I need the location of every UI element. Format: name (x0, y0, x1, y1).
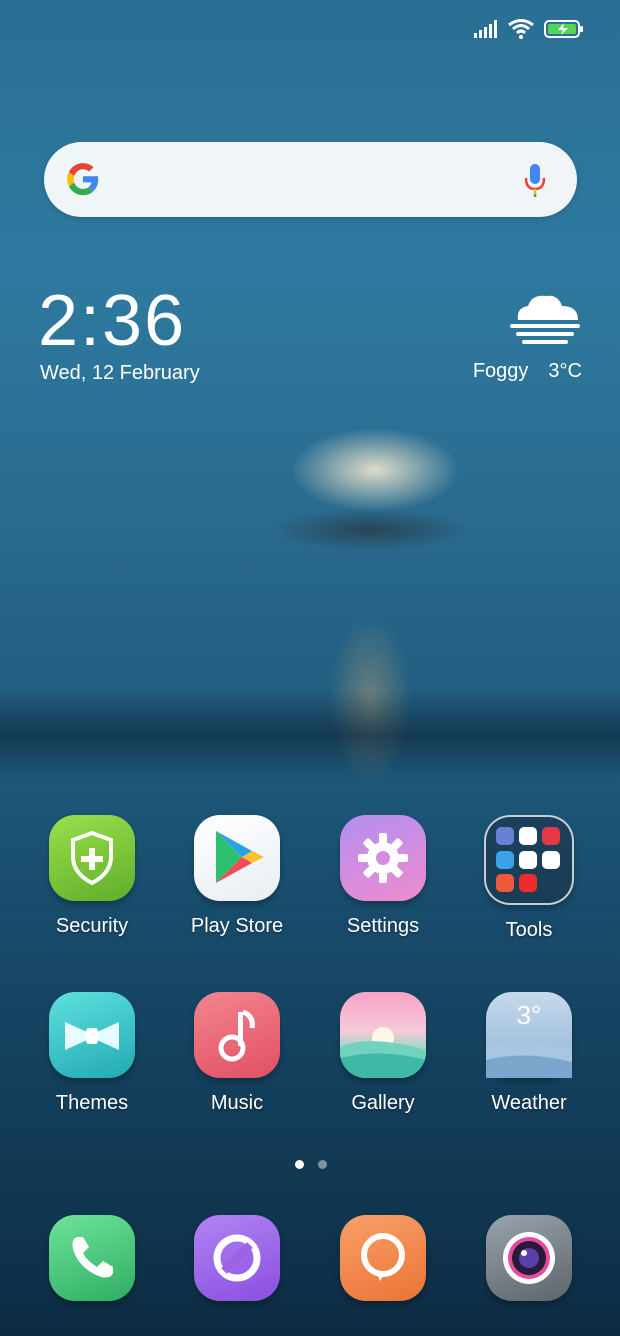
app-label: Tools (505, 919, 553, 941)
app-gallery[interactable]: Gallery (318, 992, 448, 1115)
app-label: Weather (491, 1092, 567, 1114)
chat-bubble-icon (340, 1215, 426, 1301)
clock-date[interactable]: Wed, 12 February (40, 362, 200, 385)
weather-condition: Foggy (472, 360, 529, 382)
status-bar (474, 14, 584, 44)
wallpaper (0, 690, 620, 780)
signal-bars-icon (474, 20, 497, 38)
app-label: Gallery (351, 1092, 415, 1114)
app-settings[interactable]: Settings (318, 815, 448, 938)
microphone-icon[interactable] (523, 162, 547, 198)
app-label: Music (210, 1092, 264, 1114)
app-folder-tools[interactable]: Tools (464, 815, 594, 942)
weather-3-icon: 3° (486, 992, 572, 1078)
weather-widget[interactable]: Foggy 3°C (473, 360, 582, 383)
clock-time[interactable]: 2:36 (38, 280, 186, 362)
camera-lens-icon (486, 1215, 572, 1301)
app-label: Play Store (190, 915, 284, 937)
fog-cloud-icon[interactable] (508, 290, 582, 346)
app-music[interactable]: Music (172, 992, 302, 1115)
play-triangle-icon (194, 815, 280, 901)
app-label: Settings (346, 915, 420, 937)
phone-handset-icon (49, 1215, 135, 1301)
music-note-icon (194, 992, 280, 1078)
gear-icon (340, 815, 426, 901)
dock-messages[interactable] (318, 1215, 448, 1301)
wifi-icon (508, 19, 534, 39)
app-weather[interactable]: 3° Weather (464, 992, 594, 1115)
battery-charging-icon (544, 20, 583, 38)
bow-tie-icon (49, 992, 135, 1078)
google-search-bar[interactable] (44, 142, 577, 217)
dock-camera[interactable] (464, 1215, 594, 1301)
app-label: Themes (55, 1092, 129, 1114)
app-themes[interactable]: Themes (27, 992, 157, 1115)
browser-swirl-icon (194, 1215, 280, 1301)
page-dot-active (295, 1160, 304, 1169)
page-dot (318, 1160, 327, 1169)
google-g-icon (67, 163, 99, 196)
app-label: Security (55, 915, 129, 937)
page-indicator[interactable] (295, 1160, 327, 1169)
app-security[interactable]: Security (27, 815, 157, 938)
dock-browser[interactable] (172, 1215, 302, 1301)
app-play-store[interactable]: Play Store (172, 815, 302, 938)
dock-phone[interactable] (27, 1215, 157, 1301)
folder-icon (484, 815, 574, 905)
landscape-icon (340, 992, 426, 1078)
shield-plus-icon (49, 815, 135, 901)
weather-temperature: 3°C (548, 360, 582, 382)
